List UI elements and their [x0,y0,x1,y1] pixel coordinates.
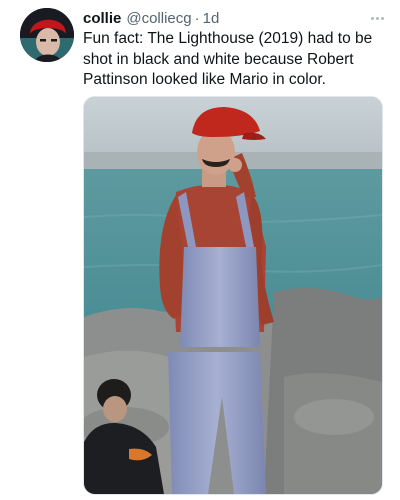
tweet-text: Fun fact: The Lighthouse (2019) had to b… [83,30,373,88]
author-handle[interactable]: @colliecg [126,10,191,27]
avatar[interactable] [20,8,74,62]
more-dots-icon[interactable] [369,8,386,28]
tweet-header: collie @colliecg · 1d [83,8,386,28]
author-name[interactable]: collie [83,10,121,27]
separator-dot: · [194,9,200,27]
tweet: collie @colliecg · 1d Fun fact: The Ligh… [0,0,400,500]
tweet-photo[interactable] [83,96,383,495]
tweet-timestamp[interactable]: 1d [203,10,220,27]
